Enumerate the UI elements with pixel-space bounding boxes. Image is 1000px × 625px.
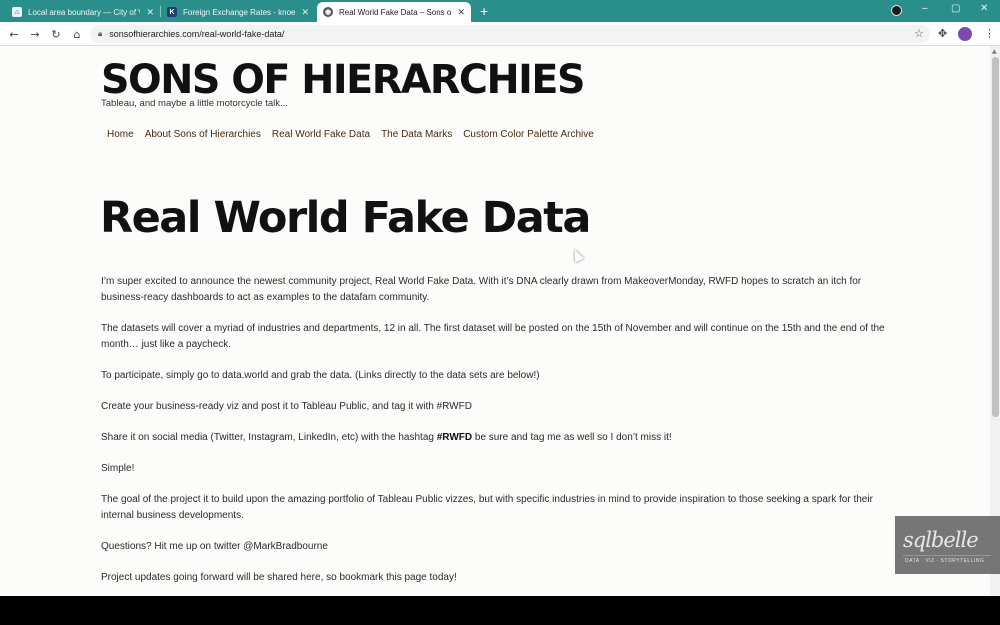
main-navigation: Home About Sons of Hierarchies Real Worl…: [107, 129, 594, 140]
page-viewport: SONS OF HIERARCHIES Tableau, and maybe a…: [0, 46, 1000, 596]
minimize-button[interactable]: –: [922, 3, 928, 14]
post-paragraph: I’m super excited to announce the newest…: [101, 276, 862, 303]
post-body: I’m super excited to announce the newest…: [101, 274, 891, 596]
close-tab-icon[interactable]: ✕: [301, 7, 309, 18]
nav-custom-color-palette-archive[interactable]: Custom Color Palette Archive: [463, 129, 594, 140]
maximize-button[interactable]: ▢: [951, 3, 960, 14]
profile-indicator-icon[interactable]: [891, 5, 902, 16]
scrollbar-thumb[interactable]: [992, 57, 999, 417]
scroll-up-arrow-icon[interactable]: ▲: [992, 48, 997, 55]
tab-title: Local area boundary — City of Va: [28, 7, 141, 17]
city-logo-icon: ⌂: [12, 7, 22, 17]
nav-about[interactable]: About Sons of Hierarchies: [145, 129, 261, 140]
new-tab-button[interactable]: +: [480, 3, 488, 19]
post-paragraph: Simple!: [101, 463, 135, 474]
nav-the-data-marks[interactable]: The Data Marks: [381, 129, 452, 140]
url-text[interactable]: sonsofhierarchies.com/real-world-fake-da…: [109, 29, 284, 39]
rwfd-hashtag: #RWFD: [436, 432, 473, 443]
post-paragraph: Questions? Hit me up on twitter @MarkBra…: [101, 541, 328, 552]
forward-arrow-icon[interactable]: →: [27, 26, 43, 42]
post-paragraph: To participate, simply go to data.world …: [101, 370, 540, 381]
lock-icon: 🔒︎: [98, 29, 103, 38]
mouse-cursor-icon: [569, 247, 585, 263]
site-tagline: Tableau, and maybe a little motorcycle t…: [101, 98, 288, 109]
sons-of-hierarchies-icon: ◉: [323, 7, 333, 17]
tab-local-area-boundary[interactable]: ⌂ Local area boundary — City of Va ✕: [6, 2, 160, 22]
knoema-k-icon: K: [167, 7, 177, 17]
profile-avatar[interactable]: [958, 27, 972, 41]
bookmark-star-icon[interactable]: ☆: [914, 27, 924, 40]
watermark-logo: sqlbelle: [903, 528, 979, 552]
browser-tab-strip: ⌂ Local area boundary — City of Va ✕ K F…: [0, 0, 1000, 22]
back-arrow-icon[interactable]: ←: [6, 26, 22, 42]
post-paragraph: The goal of the project it to build upon…: [101, 494, 873, 521]
share-text-before: Share it on social media (Twitter, Insta…: [101, 432, 437, 443]
close-window-button[interactable]: ✕: [980, 3, 988, 14]
site-title[interactable]: SONS OF HIERARCHIES: [101, 56, 585, 104]
close-tab-icon[interactable]: ✕: [457, 7, 465, 18]
watermark-accent-line: [903, 555, 991, 556]
watermark-tagline: DATA · VIZ · STORYTELLING: [905, 558, 985, 564]
post-title: Real World Fake Data: [100, 193, 591, 243]
share-text-after: be sure and tag me as well so I don’t mi…: [472, 432, 672, 443]
post-paragraph: Create your business-ready viz and post …: [101, 401, 472, 412]
browser-toolbar: ← → ↻ ⌂ 🔒︎ sonsofhierarchies.com/real-wo…: [0, 22, 1000, 46]
browser-menu-icon[interactable]: ⋮: [984, 27, 995, 40]
home-icon[interactable]: ⌂: [69, 26, 85, 42]
nav-real-world-fake-data[interactable]: Real World Fake Data: [272, 129, 370, 140]
nav-home[interactable]: Home: [107, 129, 134, 140]
sqlbelle-watermark: sqlbelle DATA · VIZ · STORYTELLING: [895, 516, 1000, 574]
close-tab-icon[interactable]: ✕: [146, 7, 154, 18]
tab-foreign-exchange-rates[interactable]: K Foreign Exchange Rates - knoem ✕: [161, 2, 315, 22]
extensions-puzzle-icon[interactable]: ✥: [938, 27, 947, 40]
post-paragraph-share: Share it on social media (Twitter, Insta…: [101, 430, 891, 446]
tab-title: Foreign Exchange Rates - knoem: [183, 7, 296, 17]
tab-real-world-fake-data[interactable]: ◉ Real World Fake Data – Sons of Hi ✕: [317, 2, 471, 22]
page-scrollbar[interactable]: ▲: [990, 46, 1000, 596]
post-paragraph: Project updates going forward will be sh…: [101, 572, 457, 583]
post-paragraph: The datasets will cover a myriad of indu…: [101, 323, 885, 350]
address-bar[interactable]: 🔒︎ sonsofhierarchies.com/real-world-fake…: [90, 25, 930, 43]
bottom-black-bar: [0, 596, 1000, 625]
reload-icon[interactable]: ↻: [48, 26, 64, 42]
tab-title: Real World Fake Data – Sons of Hi: [339, 7, 452, 17]
